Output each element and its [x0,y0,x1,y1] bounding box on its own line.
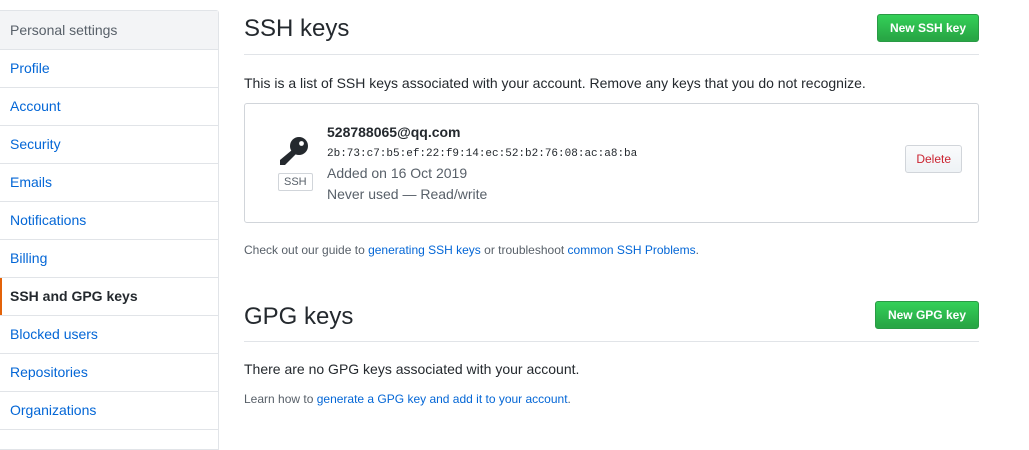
sidebar-item-repositories[interactable]: Repositories [0,354,218,392]
gpg-section-title: GPG keys [244,303,354,330]
key-icon [280,137,308,165]
sidebar-item-notifications[interactable]: Notifications [0,202,218,240]
gpg-keys-section: GPG keys New GPG key There are no GPG ke… [244,300,979,407]
ssh-note-suffix: . [695,243,699,257]
ssh-note-middle: or troubleshoot [480,243,568,257]
key-info: 528788065@qq.com 2b:73:c7:b5:ef:22:f9:14… [327,122,637,205]
key-fingerprint: 2b:73:c7:b5:ef:22:f9:14:ec:52:b2:76:08:a… [327,148,638,160]
ssh-intro-text: This is a list of SSH keys associated wi… [244,75,866,91]
new-gpg-key-button[interactable]: New GPG key [874,301,979,329]
key-usage: Never used — Read/write [327,186,488,202]
gpg-subhead: GPG keys New GPG key [244,300,979,342]
ssh-note-prefix: Check out our guide to [244,243,369,257]
ssh-key-item: SSH 528788065@qq.com 2b:73:c7:b5:ef:22:f… [244,103,979,223]
generate-gpg-key-link[interactable]: generate a GPG key and add it to your ac… [317,392,568,406]
sidebar-item-billing[interactable]: Billing [0,240,218,278]
sidebar-item-organizations[interactable]: Organizations [0,392,218,430]
sidebar-item-ssh-gpg-keys[interactable]: SSH and GPG keys [0,278,218,316]
key-title: 528788065@qq.com [327,124,461,140]
sidebar-header: Personal settings [0,11,218,50]
ssh-section-title: SSH keys [244,15,350,42]
generating-ssh-keys-link[interactable]: generating SSH keys [368,243,481,257]
settings-sidebar: Personal settings Profile Account Securi… [0,10,219,450]
key-icon-wrap: SSH [278,136,313,191]
delete-key-button[interactable]: Delete [905,145,962,173]
gpg-help-note: Learn how to generate a GPG key and add … [244,391,979,407]
ssh-badge: SSH [278,173,313,191]
sidebar-item-profile[interactable]: Profile [0,50,218,88]
common-ssh-problems-link[interactable]: common SSH Problems [568,243,696,257]
key-added-date: Added on 16 Oct 2019 [327,165,468,181]
sidebar-item-security[interactable]: Security [0,126,218,164]
sidebar-item-account[interactable]: Account [0,88,218,126]
main-content: SSH keys New SSH key This is a list of S… [244,0,979,419]
ssh-subhead: SSH keys New SSH key [244,0,979,55]
gpg-note-prefix: Learn how to [244,392,317,406]
gpg-empty-text: There are no GPG keys associated with yo… [244,361,580,377]
ssh-help-note: Check out our guide to generating SSH ke… [244,242,979,258]
sidebar-item-blocked-users[interactable]: Blocked users [0,316,218,354]
new-ssh-key-button[interactable]: New SSH key [876,14,979,42]
gpg-note-suffix: . [567,392,571,406]
sidebar-item-emails[interactable]: Emails [0,164,218,202]
ssh-keys-section: SSH keys New SSH key This is a list of S… [244,0,979,258]
